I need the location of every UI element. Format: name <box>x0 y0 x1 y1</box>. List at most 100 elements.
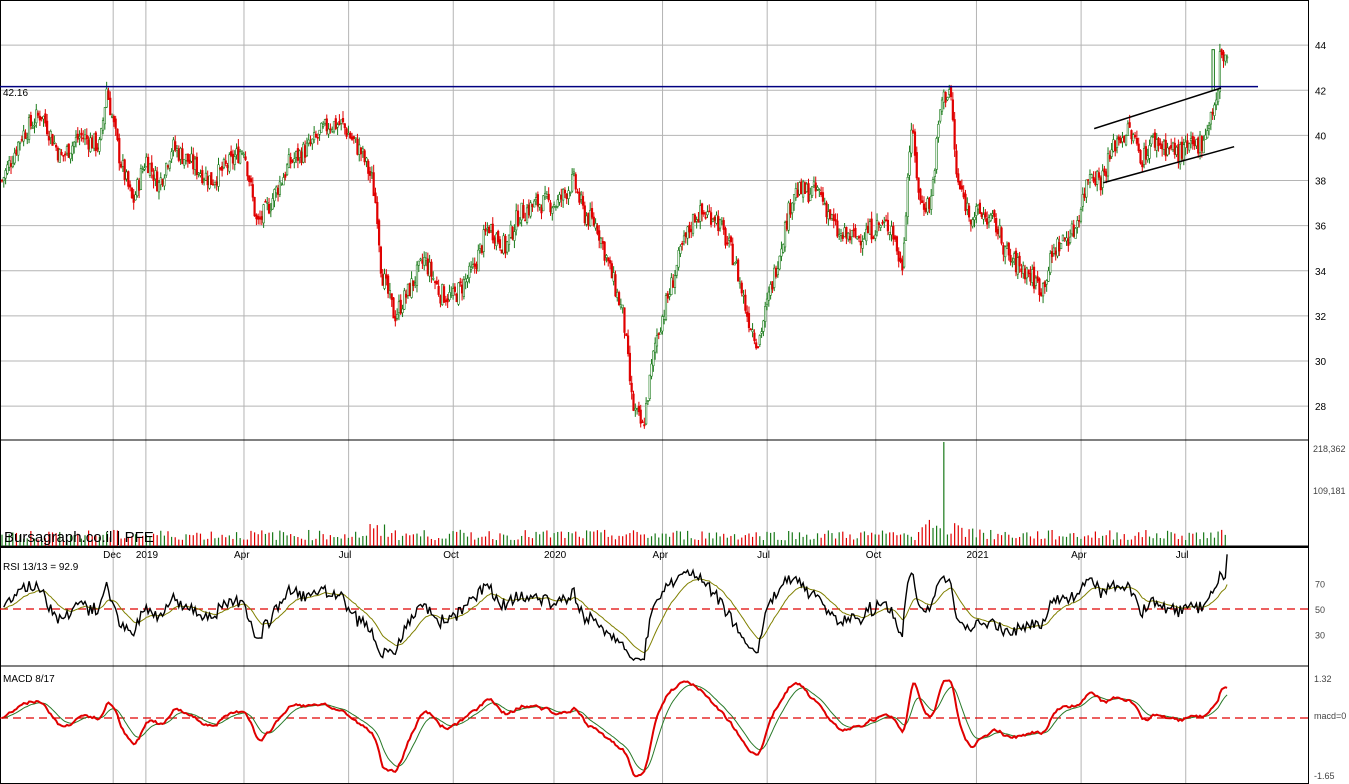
candle-body <box>897 251 900 262</box>
candle-body <box>1016 257 1019 275</box>
candle-body <box>1040 292 1043 297</box>
volume-bar <box>632 530 635 546</box>
candle-body <box>717 216 720 232</box>
candle-body <box>280 183 283 185</box>
volume-bar <box>1047 530 1050 546</box>
volume-bar <box>1037 531 1039 546</box>
candle-body <box>854 227 857 238</box>
candle-body <box>1128 122 1131 128</box>
volume-bar <box>730 535 732 546</box>
candle-body <box>1211 111 1214 115</box>
candle-body <box>374 192 377 204</box>
time-tick-label: Dec <box>103 550 121 561</box>
volume-bar <box>181 539 184 546</box>
candle-body <box>1063 237 1066 240</box>
candle-body <box>626 335 630 355</box>
candle-body <box>969 219 972 225</box>
candle-body <box>549 202 552 213</box>
candle-body <box>341 118 345 123</box>
volume-bar <box>849 534 851 546</box>
candle-body <box>536 194 539 207</box>
candle-body <box>257 216 260 220</box>
macd-min-label: -1.65 <box>1314 771 1335 781</box>
candle-body <box>601 240 604 244</box>
candle-body <box>1083 193 1086 198</box>
volume-bar <box>1011 537 1013 546</box>
volume-max-label: 218,362 <box>1313 444 1346 454</box>
candle-body <box>621 304 624 309</box>
volume-bar <box>665 533 667 546</box>
candle-body <box>870 218 873 240</box>
volume-bar <box>694 539 696 546</box>
candle-body <box>1054 250 1057 255</box>
candle-body <box>504 236 507 254</box>
volume-bar <box>531 538 534 546</box>
candle-body <box>531 203 534 207</box>
candle-body <box>1079 209 1083 222</box>
candle-body <box>641 421 644 424</box>
candle-body <box>1013 253 1016 260</box>
candle-body <box>1130 130 1133 140</box>
candle-body <box>525 207 529 223</box>
candle-body <box>1135 137 1138 144</box>
candle-body <box>857 236 861 239</box>
candle-body <box>801 181 805 198</box>
candle-body <box>704 216 707 219</box>
candle-body <box>1143 148 1146 165</box>
candle-body <box>1198 134 1202 154</box>
candle-body <box>825 202 828 218</box>
volume-bar <box>697 539 700 546</box>
candle-body <box>1074 228 1077 239</box>
candle-body <box>663 316 666 320</box>
candle-body <box>879 225 882 228</box>
time-tick-label: 2019 <box>136 550 159 561</box>
candle-body <box>4 170 7 179</box>
volume-bar <box>1156 533 1158 546</box>
candle-body <box>51 134 54 146</box>
candle-body <box>571 174 574 192</box>
candle-body <box>1023 268 1027 280</box>
candle-body <box>610 263 613 279</box>
candle-body <box>345 128 348 137</box>
volume-bar <box>553 533 555 546</box>
candle-body <box>76 133 79 140</box>
price-tick-label: 40 <box>1315 131 1327 142</box>
candle-body <box>233 156 236 165</box>
candle-body <box>284 174 287 178</box>
volume-bar <box>1217 531 1219 546</box>
volume-bar <box>246 539 248 546</box>
candle-body <box>1043 281 1046 288</box>
candle-body <box>466 278 469 283</box>
candle-body <box>55 144 58 148</box>
volume-bar <box>827 530 829 546</box>
candle-body <box>899 257 902 262</box>
candle-body <box>291 160 294 162</box>
volume-bar <box>423 530 425 546</box>
candle-body <box>419 258 422 261</box>
candle-body <box>242 153 245 156</box>
candle-body <box>1065 237 1068 242</box>
candle-body <box>464 278 467 283</box>
candle-body <box>1202 140 1205 154</box>
candle-body <box>442 286 446 303</box>
candle-body <box>783 222 787 248</box>
candle-body <box>356 138 359 155</box>
price-tick-label: 38 <box>1315 177 1327 188</box>
candle-body <box>498 239 502 249</box>
candle-body <box>379 246 382 274</box>
volume-bar <box>813 538 815 546</box>
volume-bar <box>297 537 299 546</box>
candle-body <box>459 281 462 284</box>
candle-body <box>856 236 859 240</box>
candle-body <box>1133 134 1137 138</box>
time-tick-label: 2020 <box>544 550 567 561</box>
volume-bar <box>564 537 566 546</box>
candle-body <box>275 186 278 194</box>
candle-body <box>193 158 197 170</box>
volume-bar <box>1148 536 1151 546</box>
candle-body <box>912 130 915 133</box>
candle-body <box>711 218 714 222</box>
candle-body <box>515 210 518 231</box>
candle-body <box>408 283 411 297</box>
candle-body <box>387 275 390 294</box>
